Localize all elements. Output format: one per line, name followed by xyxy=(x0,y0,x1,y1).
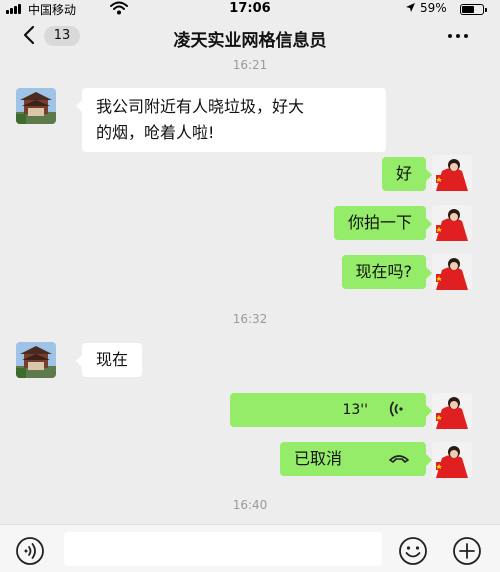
contact-avatar[interactable] xyxy=(16,88,56,124)
my-avatar[interactable] xyxy=(432,254,472,290)
input-bar xyxy=(0,524,500,572)
my-avatar[interactable] xyxy=(432,442,472,478)
my-avatar[interactable] xyxy=(432,155,472,191)
message-input[interactable] xyxy=(64,532,382,566)
call-cancelled-bubble[interactable]: 已取消 xyxy=(280,442,432,476)
voice-input-icon[interactable] xyxy=(14,535,46,567)
timestamp: 16:40 xyxy=(232,498,268,512)
voice-duration: 13'' xyxy=(342,402,368,418)
timestamp: 16:21 xyxy=(232,58,268,72)
chat-header: 13 凌天实业网格信息员 xyxy=(0,18,500,54)
more-dots-icon[interactable] xyxy=(448,34,468,38)
message-bubble-sent[interactable]: 现在吗? xyxy=(341,255,432,289)
message-text: 现在吗? xyxy=(355,262,413,281)
voice-wave-icon xyxy=(389,401,403,417)
plus-icon[interactable] xyxy=(451,535,483,567)
emoji-icon[interactable] xyxy=(397,535,429,567)
message-text-line: 的烟，呛着人啦! xyxy=(96,123,215,142)
message-bubble-received[interactable]: 我公司附近有人晓垃圾，好大 的烟，呛着人啦! xyxy=(76,88,386,152)
contact-avatar[interactable] xyxy=(16,342,56,378)
voice-message-bubble[interactable]: 13'' xyxy=(230,393,432,427)
message-text: 你拍一下 xyxy=(347,213,412,232)
timestamp: 16:32 xyxy=(232,312,268,326)
message-bubble-received[interactable]: 现在 xyxy=(75,343,143,377)
message-text: 已取消 xyxy=(294,449,343,468)
message-text-line: 我公司附近有人晓垃圾，好大 xyxy=(96,97,305,116)
message-text: 好 xyxy=(395,164,412,183)
status-bar: 中国移动 17:06 59% xyxy=(0,0,500,18)
phone-hangup-icon xyxy=(389,455,409,463)
chat-title: 凌天实业网格信息员 xyxy=(173,31,327,51)
battery-icon xyxy=(460,4,487,15)
my-avatar[interactable] xyxy=(432,393,472,429)
message-bubble-sent[interactable]: 好 xyxy=(381,157,433,191)
battery-fill xyxy=(462,6,474,13)
message-text: 现在 xyxy=(96,350,129,369)
message-bubble-sent[interactable]: 你拍一下 xyxy=(333,206,433,240)
my-avatar[interactable] xyxy=(432,205,472,241)
battery-percent: 59% xyxy=(420,1,447,15)
location-arrow-icon xyxy=(406,3,415,12)
